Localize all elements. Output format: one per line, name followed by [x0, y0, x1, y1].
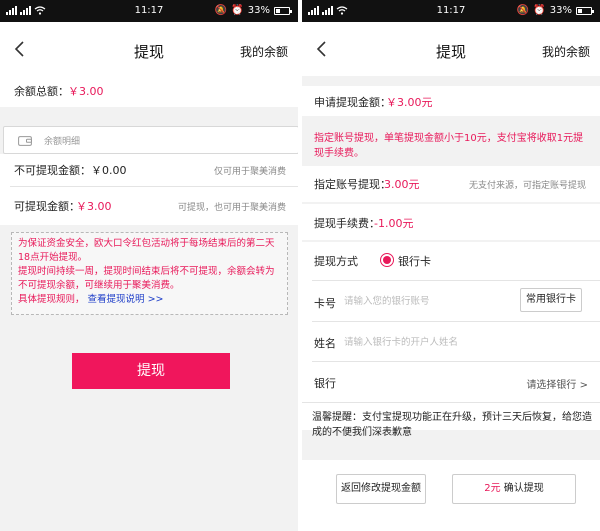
warm-tip: 温馨提醒：支付宝提现功能正在升级，预计三天后恢复，给您造成的不便我们深表歉意	[312, 412, 592, 438]
withdraw-notice: 为保证资金安全，欧大口令红包活动将于每场结束后的第二天18点开始提现。 提现时间…	[11, 232, 288, 315]
confirm-withdraw-button[interactable]: 2元 确认提现	[452, 474, 576, 504]
divider	[312, 321, 600, 322]
bank-form: 提现方式 银行卡 卡号 常用银行卡 姓名 银行 请选择银行 >	[302, 242, 600, 430]
divider	[312, 280, 600, 281]
designated-account-row: 指定账号提现： 3.00元 无支付来源，可指定账号提现	[302, 166, 600, 202]
mute-icon: 🔕	[214, 4, 228, 16]
non-withdrawable-label: 不可提现金额：￥0.00	[14, 164, 127, 177]
withdraw-screen-balance: 11:17 🔕 ⏰ 33% 提现 我的余额 余额总额： ￥3.00 余额明细 不…	[0, 0, 298, 531]
battery-percent: 33%	[247, 5, 270, 16]
fee-value: -1.00元	[374, 217, 414, 230]
alarm-icon: ⏰	[231, 4, 244, 16]
nav-bar: 提现 我的余额	[302, 22, 600, 76]
status-bar: 11:17 🔕 ⏰ 33%	[302, 0, 600, 22]
action-bar: 返回修改提现金额 2元 确认提现	[302, 460, 600, 531]
fee-row: 提现手续费： -1.00元	[302, 204, 600, 240]
account-name-input[interactable]	[344, 334, 544, 350]
battery-icon	[576, 6, 594, 15]
my-balance-link[interactable]: 我的余额	[542, 43, 590, 60]
common-bank-card-button[interactable]: 常用银行卡	[520, 288, 582, 312]
name-label: 姓名	[314, 337, 336, 350]
balance-detail-label: 余额明细	[44, 137, 81, 147]
total-balance-label: 余额总额：	[14, 85, 69, 98]
notice-line-2: 提现时间持续一周，提现时间结束后将不可提现，余额会转为不可提现余额，可继续用于聚…	[18, 266, 275, 291]
battery-percent: 33%	[549, 5, 572, 16]
confirm-label: 确认提现	[500, 483, 544, 494]
apply-amount-row: 申请提现金额： ￥3.00元	[302, 86, 600, 116]
notice-line-1: 为保证资金安全，欧大口令红包活动将于每场结束后的第二天18点开始提现。	[18, 238, 275, 263]
balance-breakdown: 不可提现金额：￥0.00 仅可用于聚美消费 可提现金额： ￥3.00 可提现，也…	[0, 154, 298, 225]
rules-link[interactable]: 查看提现说明 >>	[88, 294, 164, 305]
card-number-label: 卡号	[314, 297, 336, 310]
withdrawable-value: ￥3.00	[76, 200, 112, 213]
non-withdrawable-hint: 仅可用于聚美消费	[213, 167, 286, 177]
total-balance-row: 余额总额： ￥3.00	[0, 76, 298, 107]
fee-notice: 指定账号提现，单笔提现金额小于10元，支付宝将收取1元提现手续费。	[314, 133, 584, 159]
total-balance-value: ￥3.00	[68, 85, 104, 98]
withdraw-button[interactable]: 提现	[72, 353, 230, 389]
withdraw-screen-bank-card: 11:17 🔕 ⏰ 33% 提现 我的余额 申请提现金额： ￥3.00元 指定账…	[302, 0, 600, 531]
designated-hint: 无支付来源，可指定账号提现	[468, 181, 586, 191]
my-balance-link[interactable]: 我的余额	[240, 43, 288, 60]
fee-label: 提现手续费：	[314, 217, 380, 230]
balance-detail-button[interactable]: 余额明细	[3, 126, 298, 154]
bank-label: 银行	[314, 377, 336, 390]
confirm-amount: 2元	[484, 483, 501, 494]
rules-label: 具体提现规则，	[18, 294, 85, 305]
wallet-icon	[18, 136, 32, 146]
divider	[312, 361, 600, 362]
non-withdrawable-value: ￥0.00	[91, 164, 127, 177]
designated-label: 指定账号提现：	[314, 178, 391, 191]
back-modify-amount-button[interactable]: 返回修改提现金额	[336, 474, 426, 504]
alarm-icon: ⏰	[533, 4, 546, 16]
apply-amount-value: ￥3.00元	[386, 96, 433, 109]
withdrawable-label: 可提现金额：	[14, 200, 80, 213]
withdrawable-hint: 可提现，也可用于聚美消费	[177, 203, 286, 213]
bank-card-option[interactable]: 银行卡	[398, 253, 431, 269]
nav-bar: 提现 我的余额	[0, 22, 298, 76]
mute-icon: 🔕	[516, 4, 530, 16]
designated-value: 3.00元	[384, 178, 420, 191]
bank-select[interactable]: 请选择银行 >	[526, 376, 588, 391]
method-label: 提现方式	[314, 255, 358, 268]
battery-icon	[274, 6, 292, 15]
divider	[302, 402, 600, 403]
status-bar: 11:17 🔕 ⏰ 33%	[0, 0, 298, 22]
card-number-input[interactable]	[344, 293, 504, 309]
apply-amount-label: 申请提现金额：	[314, 96, 391, 109]
divider	[10, 186, 298, 187]
bank-card-radio[interactable]	[380, 253, 394, 267]
